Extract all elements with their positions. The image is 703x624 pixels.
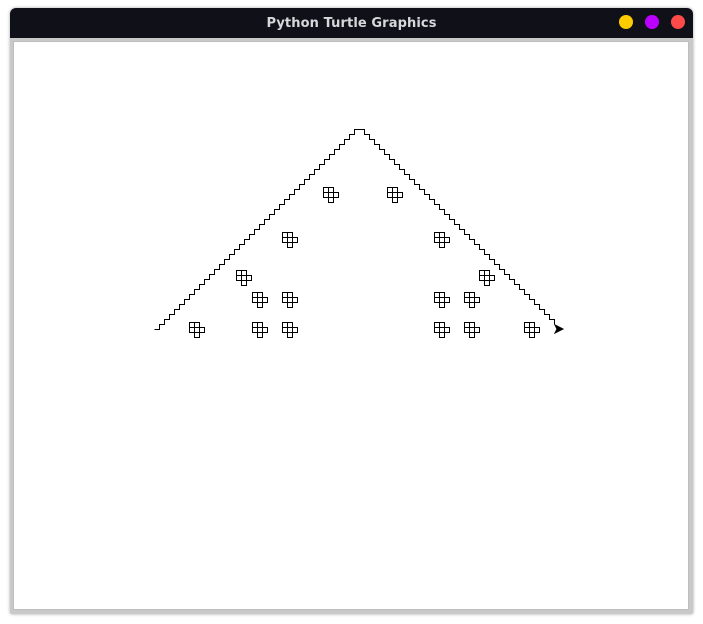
- window-title: Python Turtle Graphics: [266, 15, 437, 31]
- window-controls: [619, 15, 685, 29]
- knot-motif: [434, 322, 450, 338]
- knot-motif: [252, 322, 268, 338]
- knot-motif: [464, 292, 480, 308]
- minimize-button[interactable]: [619, 15, 633, 29]
- knot-motif: [236, 270, 252, 286]
- knot-motif: [189, 322, 205, 338]
- knot-motif: [434, 292, 450, 308]
- close-button[interactable]: [671, 15, 685, 29]
- title-bar[interactable]: Python Turtle Graphics: [10, 8, 693, 38]
- turtle-window: Python Turtle Graphics: [10, 8, 693, 614]
- knot-motif: [387, 187, 403, 203]
- turtle-arrow-icon: [553, 323, 565, 335]
- knot-motif: [323, 187, 339, 203]
- drawing-area: [154, 129, 565, 338]
- turtle-canvas: [13, 41, 689, 610]
- knot-motif: [282, 232, 298, 248]
- knot-motif: [434, 232, 450, 248]
- knot-motif: [479, 270, 495, 286]
- knot-motif: [464, 322, 480, 338]
- maximize-button[interactable]: [645, 15, 659, 29]
- knot-motif: [282, 322, 298, 338]
- knot-motif: [282, 292, 298, 308]
- knot-motif: [524, 322, 540, 338]
- fractal-curve: [154, 129, 555, 330]
- knot-motif: [252, 292, 268, 308]
